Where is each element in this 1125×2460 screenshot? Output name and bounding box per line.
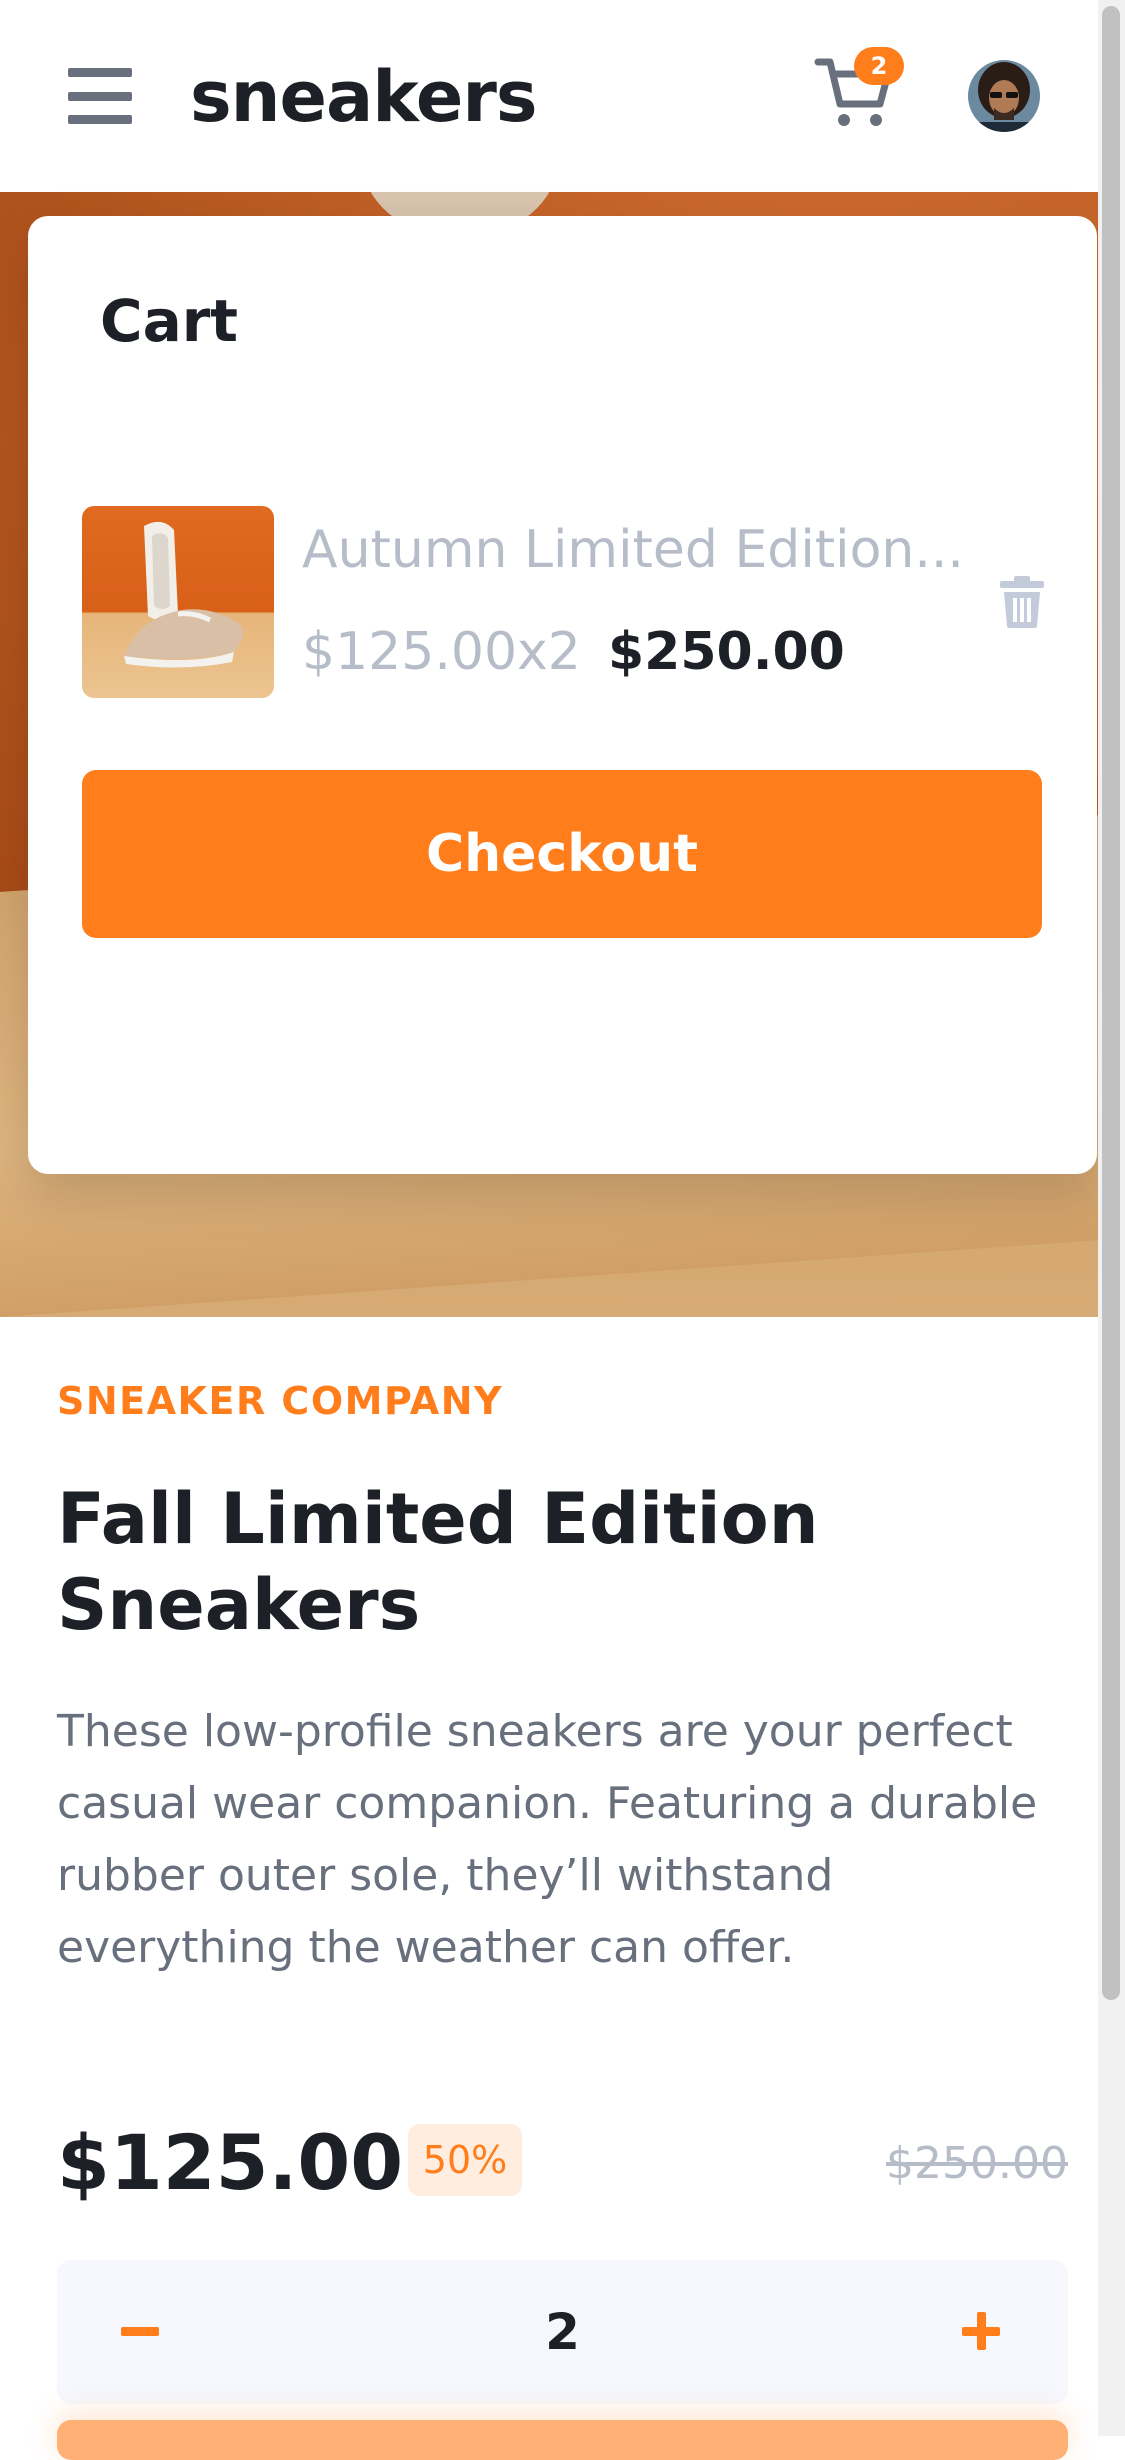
scrollbar-thumb[interactable] bbox=[1102, 6, 1120, 2000]
cart-popover: Cart Autumn Limited Edition... $125.00x2… bbox=[28, 216, 1097, 1174]
cart-item-name[interactable]: Autumn Limited Edition... bbox=[302, 518, 1002, 582]
quantity-stepper: 2 bbox=[57, 2260, 1068, 2404]
cart-item-unit-price: $125.00x2 bbox=[302, 622, 581, 682]
current-price: $125.00 bbox=[57, 2118, 404, 2207]
avatar-image bbox=[968, 60, 1040, 132]
minus-icon[interactable] bbox=[121, 2312, 161, 2352]
product-description: These low-profile sneakers are your perf… bbox=[57, 1706, 1038, 1973]
plus-icon[interactable] bbox=[962, 2312, 1002, 2352]
add-to-cart-button[interactable] bbox=[57, 2420, 1068, 2460]
avatar[interactable] bbox=[968, 60, 1040, 132]
cart-count-badge: 2 bbox=[854, 47, 904, 85]
company-label: SNEAKER COMPANY bbox=[57, 1379, 504, 1423]
brand-logo[interactable]: sneakers bbox=[190, 52, 538, 142]
trash-icon-graphic bbox=[1000, 576, 1044, 628]
cart-item-total: $250.00 bbox=[608, 622, 845, 682]
discount-badge: 50% bbox=[408, 2124, 522, 2196]
header: sneakers 2 bbox=[0, 0, 1125, 192]
menu-icon[interactable] bbox=[68, 68, 132, 124]
original-price: $250.00 bbox=[886, 2138, 1068, 2189]
menu-bar bbox=[68, 68, 132, 77]
trash-icon[interactable] bbox=[1000, 576, 1044, 628]
cart-item-thumbnail bbox=[82, 506, 274, 698]
sneaker-thumbnail-image bbox=[82, 506, 274, 698]
product-title: Fall Limited Edition Sneakers bbox=[57, 1478, 819, 1646]
checkout-button[interactable]: Checkout bbox=[82, 770, 1042, 938]
menu-bar bbox=[68, 115, 132, 124]
quantity-value: 2 bbox=[545, 2303, 580, 2361]
menu-bar bbox=[68, 91, 132, 101]
cart-title: Cart bbox=[100, 287, 239, 355]
